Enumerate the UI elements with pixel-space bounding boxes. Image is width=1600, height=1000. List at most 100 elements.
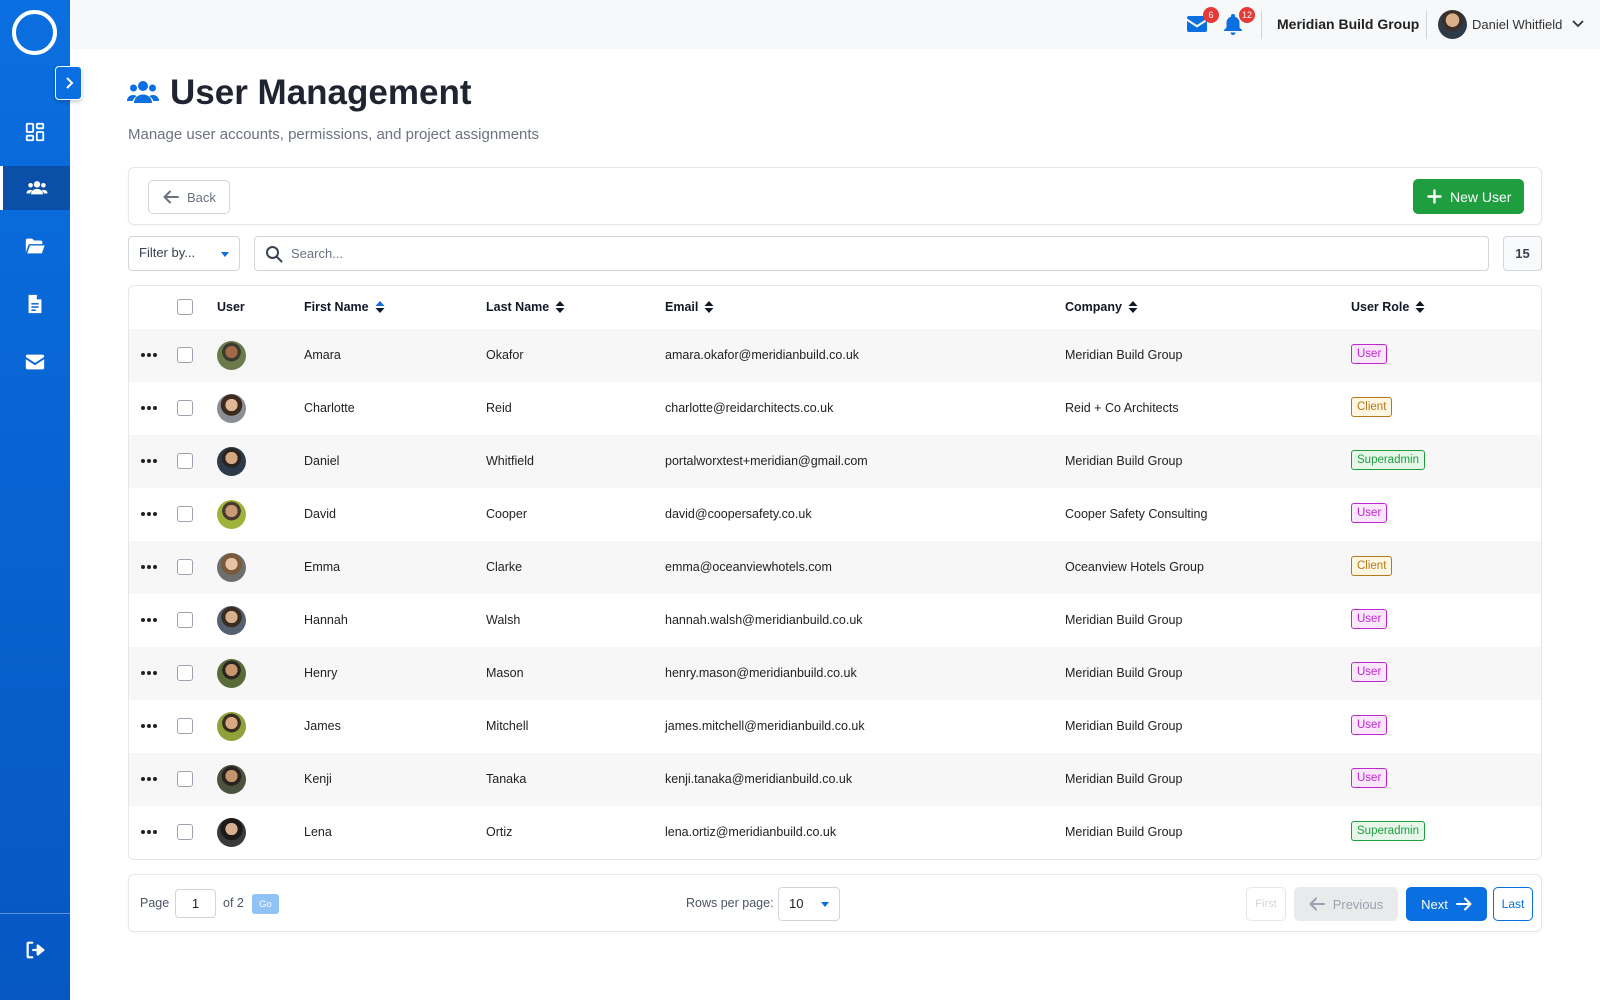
filter-dropdown-label: Filter by... <box>139 245 196 260</box>
first-name-cell: Emma <box>304 560 341 574</box>
row-checkbox[interactable] <box>177 559 193 575</box>
row-checkbox[interactable] <box>177 612 193 628</box>
row-checkbox[interactable] <box>177 400 193 416</box>
row-actions-menu-icon[interactable] <box>141 453 159 469</box>
previous-page-label: Previous <box>1332 896 1384 912</box>
rows-per-page-select[interactable]: 10 <box>778 887 840 921</box>
sidebar-item-messages[interactable] <box>0 340 70 384</box>
action-toolbar: Back New User <box>128 167 1542 225</box>
mail-button[interactable]: 6 <box>1185 7 1219 36</box>
arrow-left-icon <box>1309 897 1325 911</box>
table-row[interactable]: Daniel Whitfield portalworxtest+meridian… <box>129 435 1541 488</box>
email-cell: kenji.tanaka@meridianbuild.co.uk <box>665 772 853 786</box>
arrow-right-icon <box>1455 897 1472 911</box>
column-header-first-name[interactable]: First Name <box>304 300 385 314</box>
column-header-email[interactable]: Email <box>665 300 714 314</box>
go-button[interactable]: Go <box>252 894 279 914</box>
avatar <box>217 394 246 423</box>
user-avatar[interactable] <box>1438 10 1467 39</box>
last-name-cell: Mitchell <box>486 719 529 733</box>
role-badge: Superadmin <box>1351 450 1426 470</box>
email-cell: lena.ortiz@meridianbuild.co.uk <box>665 825 837 839</box>
column-header-last-name[interactable]: Last Name <box>486 300 565 314</box>
caret-down-icon <box>821 902 829 907</box>
first-name-cell: James <box>304 719 341 733</box>
user-menu-name[interactable]: Daniel Whitfield <box>1472 17 1562 32</box>
notifications-button[interactable]: 12 <box>1221 7 1255 36</box>
select-all-checkbox[interactable] <box>177 299 193 315</box>
row-actions-menu-icon[interactable] <box>141 506 159 522</box>
last-name-cell: Walsh <box>486 613 521 627</box>
rows-per-page-label: Rows per page: <box>686 896 774 910</box>
sidebar-toggle-button[interactable] <box>55 66 82 100</box>
caret-down-icon <box>221 252 229 257</box>
row-actions-menu-icon[interactable] <box>141 718 159 734</box>
row-actions-menu-icon[interactable] <box>141 771 159 787</box>
previous-page-button[interactable]: Previous <box>1294 887 1398 921</box>
table-row[interactable]: James Mitchell james.mitchell@meridianbu… <box>129 700 1541 753</box>
users-icon <box>25 181 48 195</box>
last-page-button[interactable]: Last <box>1493 887 1533 921</box>
logout-button[interactable] <box>0 928 70 972</box>
next-page-button[interactable]: Next <box>1406 887 1487 921</box>
filter-dropdown[interactable]: Filter by... <box>128 236 240 271</box>
row-actions-menu-icon[interactable] <box>141 559 159 575</box>
dashboard-icon <box>25 122 45 142</box>
sort-icon <box>555 301 565 313</box>
row-checkbox[interactable] <box>177 824 193 840</box>
page-title: User Management <box>170 73 472 112</box>
app-logo[interactable] <box>12 10 57 55</box>
role-badge: User <box>1351 503 1388 523</box>
email-cell: james.mitchell@meridianbuild.co.uk <box>665 719 865 733</box>
row-actions-menu-icon[interactable] <box>141 665 159 681</box>
first-page-button[interactable]: First <box>1246 887 1286 921</box>
row-actions-menu-icon[interactable] <box>141 347 159 363</box>
row-checkbox[interactable] <box>177 665 193 681</box>
page-number-input[interactable] <box>175 889 216 918</box>
email-cell: hannah.walsh@meridianbuild.co.uk <box>665 613 863 627</box>
pagination-bar: Page of 2 Go Rows per page: 10 First Pre… <box>128 874 1542 932</box>
sidebar-item-dashboard[interactable] <box>0 110 70 154</box>
avatar <box>217 500 246 529</box>
row-actions-menu-icon[interactable] <box>141 400 159 416</box>
mail-count-badge: 6 <box>1203 7 1219 23</box>
row-checkbox[interactable] <box>177 453 193 469</box>
page-total-label: of 2 <box>223 896 244 910</box>
avatar <box>217 712 246 741</box>
column-header-user-role[interactable]: User Role <box>1351 300 1425 314</box>
next-page-label: Next <box>1421 896 1448 912</box>
first-name-cell: Henry <box>304 666 338 680</box>
column-header-company[interactable]: Company <box>1065 300 1138 314</box>
table-row[interactable]: Charlotte Reid charlotte@reidarchitects.… <box>129 382 1541 435</box>
row-actions-menu-icon[interactable] <box>141 824 159 840</box>
first-name-cell: David <box>304 507 336 521</box>
table-row[interactable]: Amara Okafor amara.okafor@meridianbuild.… <box>129 329 1541 382</box>
row-actions-menu-icon[interactable] <box>141 612 159 628</box>
sidebar-item-users[interactable] <box>0 166 70 210</box>
company-name: Meridian Build Group <box>1277 16 1420 32</box>
row-checkbox[interactable] <box>177 506 193 522</box>
table-row[interactable]: Emma Clarke emma@oceanviewhotels.com Oce… <box>129 541 1541 594</box>
table-row[interactable]: Henry Mason henry.mason@meridianbuild.co… <box>129 647 1541 700</box>
chevron-down-icon[interactable] <box>1571 16 1585 30</box>
row-checkbox[interactable] <box>177 771 193 787</box>
email-cell: henry.mason@meridianbuild.co.uk <box>665 666 857 680</box>
logout-icon <box>26 941 45 959</box>
notification-count-badge: 12 <box>1238 7 1255 23</box>
table-row[interactable]: Kenji Tanaka kenji.tanaka@meridianbuild.… <box>129 753 1541 806</box>
sidebar-item-projects[interactable] <box>0 224 70 268</box>
last-name-cell: Whitfield <box>486 454 534 468</box>
search-input[interactable] <box>291 237 1481 270</box>
company-cell: Meridian Build Group <box>1065 825 1183 839</box>
table-row[interactable]: Lena Ortiz lena.ortiz@meridianbuild.co.u… <box>129 806 1541 859</box>
sidebar-item-documents[interactable] <box>0 282 70 326</box>
row-checkbox[interactable] <box>177 347 193 363</box>
topbar-divider <box>1261 11 1262 39</box>
new-user-button[interactable]: New User <box>1413 179 1524 214</box>
company-cell: Oceanview Hotels Group <box>1065 560 1204 574</box>
table-row[interactable]: David Cooper david@coopersafety.co.uk Co… <box>129 488 1541 541</box>
role-badge: User <box>1351 662 1388 682</box>
table-row[interactable]: Hannah Walsh hannah.walsh@meridianbuild.… <box>129 594 1541 647</box>
back-button[interactable]: Back <box>148 180 230 214</box>
row-checkbox[interactable] <box>177 718 193 734</box>
